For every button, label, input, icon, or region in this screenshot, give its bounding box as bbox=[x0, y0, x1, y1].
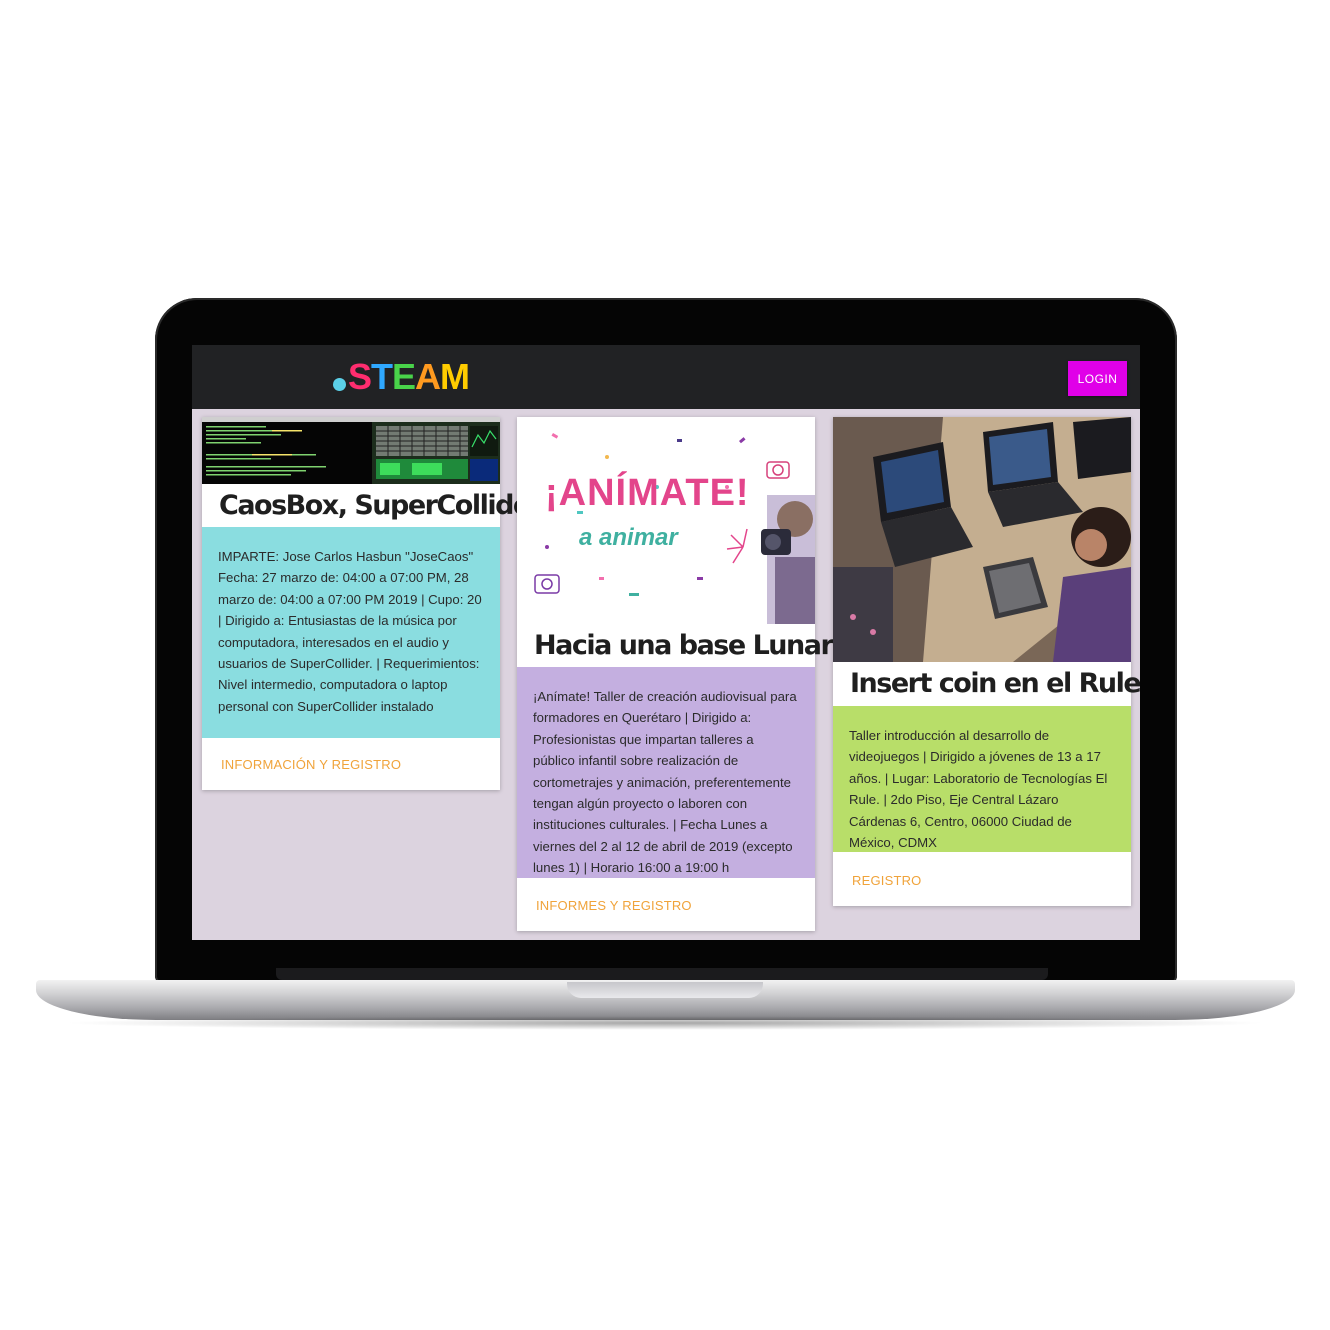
laptop-screen: S T E A M LOGIN CaosBox, SuperCollider I… bbox=[192, 345, 1140, 940]
event-card-animate: ¡ANÍMATE! a animar Hacia una base Lunar … bbox=[517, 417, 834, 931]
card-description: IMPARTE: Jose Carlos Hasbun "JoseCaos" F… bbox=[202, 527, 500, 738]
card-image-animate-poster: ¡ANÍMATE! a animar bbox=[517, 417, 815, 624]
poster-title-text: ¡ANÍMATE! bbox=[545, 470, 750, 514]
card-image-workshop-photo bbox=[833, 417, 1131, 662]
poster-subtitle-text: a animar bbox=[579, 524, 679, 551]
logo-letter-e: E bbox=[392, 356, 416, 397]
logo-letter-t: T bbox=[371, 356, 393, 397]
animate-poster-icon: ¡ANÍMATE! a animar bbox=[517, 417, 815, 624]
register-link[interactable]: REGISTRO bbox=[852, 873, 922, 888]
code-editor-screenshot-icon bbox=[202, 417, 500, 484]
workshop-photo-icon bbox=[833, 417, 1131, 662]
laptop-shadow bbox=[60, 1016, 1270, 1030]
card-title: CaosBox, SuperCollider bbox=[219, 490, 543, 521]
logo-letter-m: M bbox=[440, 356, 470, 397]
card-title: Hacia una base Lunar bbox=[534, 630, 834, 661]
card-image-code-editor bbox=[202, 417, 500, 484]
event-card-caosbox: CaosBox, SuperCollider IMPARTE: Jose Car… bbox=[202, 417, 543, 790]
informes-register-link[interactable]: INFORMES Y REGISTRO bbox=[536, 898, 692, 913]
info-register-link[interactable]: INFORMACIÓN Y REGISTRO bbox=[221, 757, 401, 772]
event-card-insert-coin: Insert coin en el Rule Taller introducci… bbox=[833, 417, 1140, 906]
login-button[interactable]: LOGIN bbox=[1068, 361, 1127, 396]
laptop-hinge bbox=[276, 968, 1048, 980]
navbar: S T E A M LOGIN bbox=[192, 345, 1140, 409]
laptop-notch bbox=[567, 982, 763, 998]
logo-dot-icon bbox=[333, 377, 346, 391]
logo-letter-s: S bbox=[348, 356, 372, 397]
card-description: ¡Anímate! Taller de creación audiovisual… bbox=[517, 667, 815, 878]
card-title: Insert coin en el Rule bbox=[850, 668, 1140, 699]
logo-letter-a: A bbox=[415, 356, 441, 397]
steam-logo[interactable]: S T E A M bbox=[333, 356, 470, 397]
card-description: Taller introducción al desarrollo de vid… bbox=[833, 706, 1131, 852]
